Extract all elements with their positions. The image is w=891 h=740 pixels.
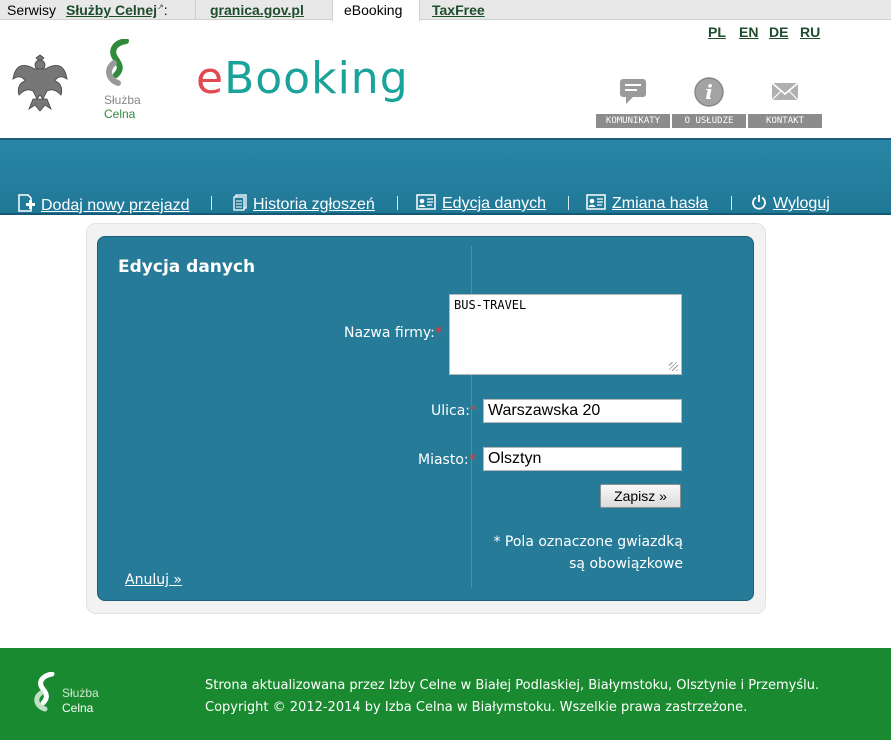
sluzba-celna-logo-label: Służba Celna bbox=[104, 93, 141, 121]
sluzba-celna-footer-logo bbox=[34, 672, 55, 712]
ebooking-logo-e: e bbox=[196, 53, 225, 104]
footer-logo-line-2: Celna bbox=[62, 701, 94, 715]
o-usludze-label: O USŁUDZE bbox=[672, 114, 746, 128]
info-icon: i bbox=[694, 77, 724, 107]
footer: Służba Celna Strona aktualizowana przez … bbox=[0, 648, 891, 740]
id-card-icon bbox=[416, 194, 436, 210]
nav-logout[interactable]: Wyloguj bbox=[751, 194, 830, 213]
services-sc-link[interactable]: Służby Celnej bbox=[66, 2, 157, 18]
kontakt-button[interactable]: KONTAKT bbox=[748, 76, 822, 128]
street-value: Warszawska 20 bbox=[488, 402, 601, 419]
city-input[interactable]: Olsztyn bbox=[483, 447, 682, 471]
nav-separator bbox=[397, 196, 398, 210]
company-name-value: BUS-TRAVEL bbox=[454, 298, 527, 312]
nav-edit-data[interactable]: Edycja danych bbox=[416, 194, 546, 213]
nav-logout-label: Wyloguj bbox=[773, 195, 830, 212]
cancel-link[interactable]: Anuluj » bbox=[125, 572, 182, 588]
lang-de-link[interactable]: DE bbox=[769, 24, 788, 40]
lang-pl-link[interactable]: PL bbox=[708, 24, 726, 40]
logo-line-2: Celna bbox=[104, 107, 136, 121]
services-separator bbox=[195, 0, 196, 20]
nav-separator bbox=[211, 196, 212, 210]
lang-ru-link[interactable]: RU bbox=[800, 24, 820, 40]
komunikaty-button[interactable]: KOMUNIKATY bbox=[596, 76, 670, 128]
nav-add-trip-label: Dodaj nowy przejazd bbox=[41, 197, 190, 214]
nav-history[interactable]: Historia zgłoszeń bbox=[233, 194, 375, 214]
nav-history-label: Historia zgłoszeń bbox=[253, 196, 375, 213]
tab-ebooking[interactable]: eBooking bbox=[344, 2, 402, 18]
external-link-icon: ↗ bbox=[157, 2, 164, 12]
nav-change-password[interactable]: Zmiana hasła bbox=[586, 194, 708, 213]
required-mark: * bbox=[434, 325, 442, 341]
header: PL EN DE RU Służba Celna eBooking KOMUNI… bbox=[0, 21, 891, 138]
svg-text:i: i bbox=[705, 80, 713, 104]
required-mark: * bbox=[470, 403, 478, 419]
services-colon: : bbox=[163, 2, 168, 18]
company-name-label-text: Nazwa firmy: bbox=[344, 325, 435, 341]
resize-handle-icon[interactable] bbox=[669, 362, 678, 371]
polish-eagle-logo bbox=[12, 54, 68, 112]
street-input[interactable]: Warszawska 20 bbox=[483, 399, 682, 423]
ebooking-logo-rest: Booking bbox=[224, 53, 409, 104]
services-bar: Serwisy Służby Celnej↗: granica.gov.pl e… bbox=[0, 0, 891, 21]
footer-text: Strona aktualizowana przez Izby Celne w … bbox=[205, 675, 819, 719]
kontakt-label: KONTAKT bbox=[748, 114, 822, 128]
nav-add-trip[interactable]: Dodaj nowy przejazd bbox=[17, 194, 190, 215]
history-document-icon bbox=[233, 194, 247, 211]
nav-separator bbox=[731, 196, 732, 210]
logo-line-1: Służba bbox=[104, 93, 141, 107]
power-icon bbox=[752, 195, 766, 210]
add-document-icon bbox=[18, 194, 35, 212]
company-name-label: Nazwa firmy:* bbox=[344, 325, 442, 341]
required-note-line-1: * Pola oznaczone gwiazdką bbox=[493, 534, 683, 550]
street-label: Ulica:* bbox=[431, 403, 477, 419]
city-label: Miasto:* bbox=[418, 452, 476, 468]
footer-logo-line-1: Służba bbox=[62, 686, 99, 700]
main-navigation: Dodaj nowy przejazd Historia zgłoszeń Ed… bbox=[0, 138, 891, 215]
required-mark: * bbox=[468, 452, 476, 468]
o-usludze-button[interactable]: i O USŁUDZE bbox=[672, 76, 746, 128]
tab-taxfree[interactable]: TaxFree bbox=[432, 2, 485, 18]
city-value: Olsztyn bbox=[488, 450, 542, 467]
footer-copyright: Copyright © 2012-2014 by Izba Celna w Bi… bbox=[205, 700, 748, 715]
id-card-icon bbox=[586, 194, 606, 210]
nav-edit-data-label: Edycja danych bbox=[442, 195, 547, 212]
form-title: Edycja danych bbox=[118, 257, 256, 277]
footer-logo-label: Służba Celna bbox=[62, 686, 99, 716]
sluzba-celna-logo bbox=[106, 39, 129, 86]
speech-bubble-icon bbox=[620, 79, 646, 104]
nav-change-password-label: Zmiana hasła bbox=[612, 195, 709, 212]
save-button[interactable]: Zapisz » bbox=[600, 484, 681, 508]
required-note-line-2: są obowiązkowe bbox=[569, 556, 683, 572]
ebooking-logo: eBooking bbox=[196, 53, 409, 104]
services-sc-group: Służby Celnej↗: bbox=[66, 2, 168, 18]
komunikaty-label: KOMUNIKATY bbox=[596, 114, 670, 128]
company-name-textarea[interactable]: BUS-TRAVEL bbox=[449, 294, 682, 375]
footer-line-1: Strona aktualizowana przez Izby Celne w … bbox=[205, 678, 820, 693]
services-prefix: Serwisy bbox=[7, 2, 57, 18]
tab-granica[interactable]: granica.gov.pl bbox=[210, 2, 304, 18]
street-label-text: Ulica: bbox=[431, 403, 471, 419]
city-label-text: Miasto: bbox=[418, 452, 469, 468]
envelope-icon bbox=[771, 82, 799, 101]
lang-en-link[interactable]: EN bbox=[739, 24, 758, 40]
required-fields-note: * Pola oznaczone gwiazdką są obowiązkowe bbox=[478, 531, 683, 575]
nav-separator bbox=[568, 196, 569, 210]
